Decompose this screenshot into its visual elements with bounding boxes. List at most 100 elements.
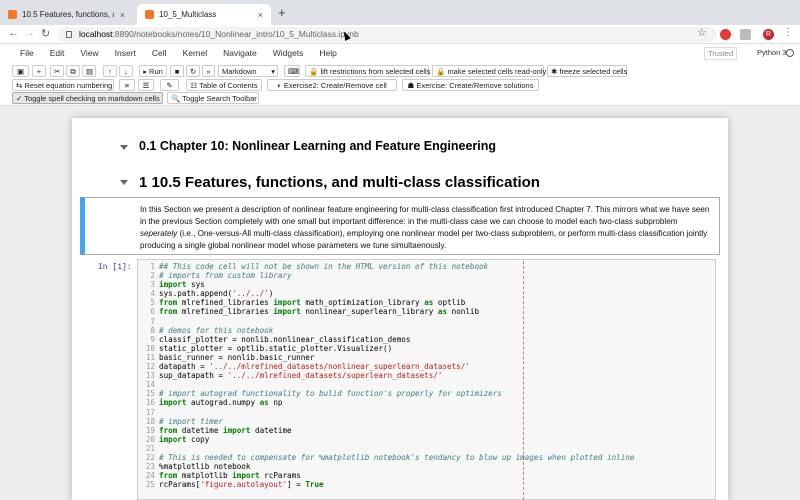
markdown-text: In this Section we present a description… xyxy=(140,204,715,252)
extension-chat-icon[interactable] xyxy=(740,29,751,40)
chapter-heading: 0.1 Chapter 10: Nonlinear Learning and F… xyxy=(139,139,497,153)
exercise2-label: Exercise2: Create/Remove cell xyxy=(283,81,387,90)
line-number: 15 xyxy=(145,389,155,399)
line-number: 8 xyxy=(150,325,155,335)
code-line: # import autograd functionality to bulid… xyxy=(159,389,502,399)
menu-navigate[interactable]: Navigate xyxy=(215,48,265,58)
info-icon[interactable] xyxy=(66,31,72,38)
browser-tab-features[interactable]: 10.5 Features, functions, and n × xyxy=(0,4,133,25)
forward-arrow-icon[interactable]: → xyxy=(24,27,35,39)
line-number: 19 xyxy=(145,425,155,435)
close-tab-icon[interactable]: × xyxy=(252,10,263,20)
code-line: import autograd.numpy as np xyxy=(159,398,283,408)
line-number: 11 xyxy=(145,352,155,362)
search-toolbar-label: Toggle Search Toolbar xyxy=(182,94,257,103)
line-number: 10 xyxy=(145,343,155,353)
line-number: 16 xyxy=(145,398,155,408)
line-number: 9 xyxy=(150,334,155,344)
line-number: 1 xyxy=(150,262,155,271)
code-editor[interactable]: ## This code cell will not be shown in t… xyxy=(159,262,709,489)
line-number: 4 xyxy=(150,289,155,299)
address-bar-row: ← → ↻ localhost:8890/notebooks/notes/10_… xyxy=(0,25,800,44)
line-number: 18 xyxy=(145,416,155,426)
bookmark-star-icon[interactable]: ☆ xyxy=(697,26,707,39)
cell-type-select[interactable]: Markdown xyxy=(218,65,278,77)
exercise-button[interactable]: ☗ Exercise: Create/Remove solutions xyxy=(402,79,539,91)
code-line: ## This code cell will not be shown in t… xyxy=(159,262,489,271)
close-tab-icon[interactable]: × xyxy=(114,10,125,20)
edit-pencil-icon[interactable]: ✎ xyxy=(160,79,179,91)
extension-opera-icon[interactable] xyxy=(720,29,731,40)
trusted-indicator[interactable]: Trusted xyxy=(704,47,738,60)
profile-avatar[interactable]: R xyxy=(763,29,774,40)
reload-icon[interactable]: ↻ xyxy=(41,27,50,40)
freeze-label: freeze selected cells xyxy=(559,67,628,76)
menu-kernel[interactable]: Kernel xyxy=(175,48,216,58)
move-down-icon[interactable]: ↓ xyxy=(119,65,133,77)
search-toolbar-toggle-button[interactable]: 🔍 Toggle Search Toolbar xyxy=(167,92,259,104)
readonly-button[interactable]: 🔒 make selected cells read-only xyxy=(432,65,547,77)
line-number: 24 xyxy=(145,471,155,481)
menu-view[interactable]: View xyxy=(72,48,106,58)
move-up-icon[interactable]: ↑ xyxy=(103,65,117,77)
code-line: # demos for this notebook xyxy=(159,325,274,335)
back-arrow-icon[interactable]: ← xyxy=(8,27,19,39)
collapse-heading-icon[interactable] xyxy=(120,145,128,150)
menu-file[interactable]: File xyxy=(12,48,42,58)
code-line: datapath = '../../mlrefined_datasets/non… xyxy=(159,362,470,372)
toc-button[interactable]: ☷ Table of Contents xyxy=(186,79,262,91)
menu-insert[interactable]: Insert xyxy=(107,48,144,58)
exercise-label: Exercise: Create/Remove solutions xyxy=(416,81,534,90)
toc-label: Table of Contents xyxy=(199,81,258,90)
spellcheck-toggle-button[interactable]: ✓ Toggle spell checking on markdown cell… xyxy=(12,92,163,104)
line-number: 5 xyxy=(150,298,155,308)
lift-restrictions-button[interactable]: 🔒 lift restrictions from selected cells xyxy=(305,65,430,77)
code-line: %matplotlib notebook xyxy=(159,462,251,472)
line-number: 2 xyxy=(150,271,155,281)
menu-edit[interactable]: Edit xyxy=(42,48,73,58)
new-tab-button[interactable]: + xyxy=(278,5,286,20)
line-numbers: 1 2 3 4 5 6 7 8 9 10 11 12 13 14 15 16 17 18 19 20 21 22 23 24 2… xyxy=(137,262,155,489)
collapse-heading-icon[interactable] xyxy=(120,180,128,185)
reset-equation-button[interactable]: ⇆ Reset equation numbering xyxy=(12,79,114,91)
run-button[interactable]: ▸ Run xyxy=(139,65,167,77)
copy-icon[interactable]: ⧉ xyxy=(66,65,80,77)
code-line: from matplotlib import rcParams xyxy=(159,471,301,481)
line-number: 21 xyxy=(145,443,155,453)
list-icon[interactable]: ☰ xyxy=(138,79,154,91)
insert-cell-icon[interactable]: + xyxy=(32,65,46,77)
line-number: 3 xyxy=(150,280,155,290)
interrupt-icon[interactable]: ■ xyxy=(170,65,184,77)
browser-tab-multiclass[interactable]: 10_5_Multiclass × xyxy=(137,4,271,25)
code-line: import sys xyxy=(159,280,205,290)
restart-icon[interactable]: ↻ xyxy=(186,65,200,77)
menu-widgets[interactable]: Widgets xyxy=(265,48,312,58)
notebook-menubar: File Edit View Insert Cell Kernel Naviga… xyxy=(0,44,800,62)
line-number: 17 xyxy=(145,407,155,417)
restart-run-all-icon[interactable]: » xyxy=(202,65,215,77)
command-palette-icon[interactable]: ⌨ xyxy=(284,65,300,77)
menu-cell[interactable]: Cell xyxy=(144,48,175,58)
freeze-button[interactable]: ✱ freeze selected cells xyxy=(547,65,627,77)
url-bar[interactable]: localhost:8890/notebooks/notes/10_Nonlin… xyxy=(57,27,717,42)
markdown-text-part1: In this Section we present a description… xyxy=(140,205,710,226)
jupyter-favicon-icon xyxy=(8,10,17,19)
readonly-label: make selected cells read-only xyxy=(447,67,547,76)
code-line: from mlrefined_libraries import math_opt… xyxy=(159,298,466,308)
markdown-emphasis: seperately xyxy=(140,229,178,238)
line-number: 14 xyxy=(145,380,155,390)
exercise2-button[interactable]: ◐ Exercise2: Create/Remove cell xyxy=(267,79,397,91)
equation-icon[interactable]: ≡ xyxy=(119,79,135,91)
browser-menu-icon[interactable]: ⋮ xyxy=(783,27,793,38)
line-number: 25 xyxy=(145,480,155,490)
cut-icon[interactable]: ✂ xyxy=(50,65,64,77)
paste-icon[interactable]: ▤ xyxy=(82,65,96,77)
url-path: :8890/notebooks/notes/10_Nonlinear_intro… xyxy=(112,29,359,39)
save-icon[interactable]: ▣ xyxy=(12,65,29,77)
jupyter-favicon-icon xyxy=(145,10,154,19)
code-line: # imports from custom library xyxy=(159,271,292,281)
code-line: sup_datapath = '../../mlrefined_datasets… xyxy=(159,371,443,381)
input-prompt: In [1]: xyxy=(98,263,132,272)
run-label: Run xyxy=(149,67,163,76)
menu-help[interactable]: Help xyxy=(311,48,344,58)
